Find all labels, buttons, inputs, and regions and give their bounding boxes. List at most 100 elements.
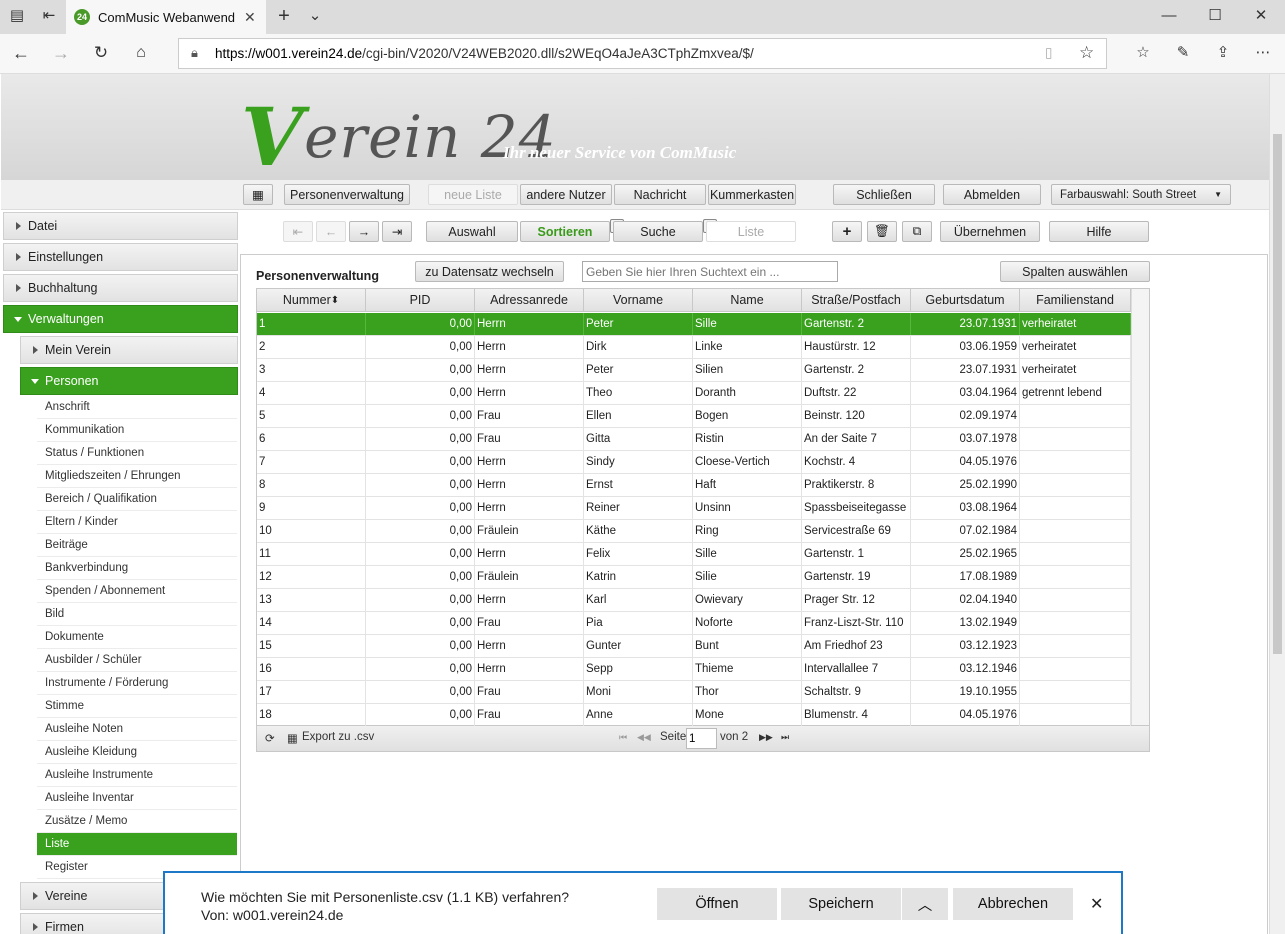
close-download-icon[interactable]: ✕ [1090, 894, 1103, 914]
sidebar-leaf-item[interactable]: Liste [37, 833, 237, 856]
column-header[interactable]: Name [693, 289, 802, 312]
export-csv-link[interactable]: Export zu .csv [302, 731, 374, 743]
uebernehmen-button[interactable]: Übernehmen [940, 221, 1040, 242]
maximize-icon[interactable]: ☐ [1204, 6, 1226, 28]
abmelden-button[interactable]: Abmelden [943, 184, 1041, 205]
pen-icon[interactable]: ✎ [1172, 43, 1194, 65]
refresh-icon[interactable]: ⟳ [265, 731, 275, 745]
page-number-input[interactable] [686, 728, 717, 749]
sidebar-leaf-item[interactable]: Anschrift [37, 396, 237, 419]
refresh-icon[interactable]: ↻ [90, 43, 112, 65]
next-record-icon[interactable]: → [349, 221, 379, 242]
sidebar-leaf-item[interactable]: Instrumente / Förderung [37, 672, 237, 695]
url-field[interactable]: 🔒︎ https://w001.verein24.de/cgi-bin/V202… [178, 38, 1107, 69]
last-page-icon[interactable]: ⏭ [781, 732, 789, 743]
sidebar-item-personen[interactable]: Personen [20, 367, 238, 395]
scrollbar-thumb[interactable] [1273, 134, 1282, 654]
sidebar-leaf-item[interactable]: Kommunikation [37, 419, 237, 442]
andere-nutzer-button[interactable]: andere Nutzer [520, 184, 612, 205]
sidebar-item-einstellungen[interactable]: Einstellungen [3, 243, 238, 271]
add-record-icon[interactable]: + [832, 221, 862, 242]
farbauswahl-select[interactable]: Farbauswahl: South Street ▼ [1051, 184, 1231, 205]
sidebar-leaf-item[interactable]: Spenden / Abonnement [37, 580, 237, 603]
prev-page-icon[interactable]: ◀◀ [637, 732, 651, 743]
table-row[interactable]: 15 0,00 Herrn Gunter Bunt Am Friedhof 23 03.12… [257, 635, 1131, 658]
suche-button[interactable]: Suche [613, 221, 703, 242]
sidebar-leaf-item[interactable]: Stimme [37, 695, 237, 718]
table-row[interactable]: 14 0,00 Frau Pia Noforte Franz-Liszt-Str. 110… [257, 612, 1131, 635]
personenverwaltung-button[interactable]: Personenverwaltung [284, 184, 410, 205]
table-row[interactable]: 5 0,00 Frau Ellen Bogen Beinstr. 120 02.09.197… [257, 405, 1131, 428]
column-header[interactable]: Geburtsdatum [911, 289, 1020, 312]
table-row[interactable]: 6 0,00 Frau Gitta Ristin An der Saite 7 03.07.… [257, 428, 1131, 451]
sidebar-leaf-item[interactable]: Bankverbindung [37, 557, 237, 580]
table-row[interactable]: 16 0,00 Herrn Sepp Thieme Intervallallee 7 03.… [257, 658, 1131, 681]
switch-record-button[interactable]: zu Datensatz wechseln [415, 261, 564, 282]
table-row[interactable]: 1 0,00 Herrn Peter Sille Gartenstr. 2 23.07.19… [257, 313, 1131, 336]
delete-trash-icon[interactable]: 🗑︎ [867, 221, 897, 242]
column-header[interactable]: Nummer ⬍ [257, 289, 366, 312]
table-row[interactable]: 7 0,00 Herrn Sindy Cloese-Vertich Kochstr. 40… [257, 451, 1131, 474]
sidebar-leaf-item[interactable]: Ausbilder / Schüler [37, 649, 237, 672]
column-header[interactable]: PID [366, 289, 475, 312]
sidebar-leaf-item[interactable]: Zusätze / Memo [37, 810, 237, 833]
cancel-button[interactable]: Abbrechen [953, 888, 1073, 920]
sortieren-button[interactable]: Sortieren [520, 221, 610, 242]
back-icon[interactable]: ← [10, 43, 32, 65]
hilfe-button[interactable]: Hilfe [1049, 221, 1149, 242]
tab-actions-icon[interactable]: ▤ [6, 6, 28, 28]
sidebar-leaf-item[interactable]: Mitgliedszeiten / Ehrungen [37, 465, 237, 488]
sidebar-leaf-item[interactable]: Eltern / Kinder [37, 511, 237, 534]
kummerkasten-button[interactable]: Kummerkasten [708, 184, 796, 205]
table-row[interactable]: 4 0,00 Herrn Theo Doranth Duftstr. 22 03.04.19… [257, 382, 1131, 405]
sidebar-leaf-item[interactable]: Beiträge [37, 534, 237, 557]
table-row[interactable]: 12 0,00 Fräulein Katrin Silie Gartenstr. 19 17… [257, 566, 1131, 589]
sidebar-item-buchhaltung[interactable]: Buchhaltung [3, 274, 238, 302]
new-tab-icon[interactable]: + [273, 6, 295, 28]
liste-button[interactable]: Liste [706, 221, 796, 242]
last-record-icon[interactable]: ⇥ [382, 221, 412, 242]
table-row[interactable]: 10 0,00 Fräulein Käthe Ring Servicestraße 69 0… [257, 520, 1131, 543]
more-icon[interactable]: ⋯ [1252, 43, 1274, 65]
page-scrollbar[interactable] [1269, 74, 1285, 934]
sidebar-item-mein-verein[interactable]: Mein Verein [20, 336, 238, 364]
table-row[interactable]: 17 0,00 Frau Moni Thor Schaltstr. 9 19.10.1955 [257, 681, 1131, 704]
table-row[interactable]: 3 0,00 Herrn Peter Silien Gartenstr. 2 23.07.1… [257, 359, 1131, 382]
next-page-icon[interactable]: ▶▶ [759, 732, 773, 743]
table-row[interactable]: 11 0,00 Herrn Felix Sille Gartenstr. 1 25.02.1… [257, 543, 1131, 566]
close-window-icon[interactable]: ✕ [1250, 6, 1272, 28]
forward-icon[interactable]: → [50, 43, 72, 65]
sidebar-item-verwaltungen[interactable]: Verwaltungen [3, 305, 238, 333]
browser-tab[interactable]: 24 ComMusic Webanwend ✕ [66, 0, 266, 34]
grid-menu-icon[interactable]: ▦ [243, 184, 273, 205]
minimize-icon[interactable]: — [1158, 6, 1180, 28]
open-button[interactable]: Öffnen [657, 888, 777, 920]
table-row[interactable]: 9 0,00 Herrn Reiner Unsinn Spassbeiseitegasse… [257, 497, 1131, 520]
sidebar-leaf-item[interactable]: Ausleihe Kleidung [37, 741, 237, 764]
first-record-icon[interactable]: ⇤ [283, 221, 313, 242]
column-header[interactable]: Familienstand [1020, 289, 1131, 312]
search-input[interactable] [582, 261, 838, 282]
save-button[interactable]: Speichern [781, 888, 901, 920]
sidebar-leaf-item[interactable]: Status / Funktionen [37, 442, 237, 465]
sidebar-leaf-item[interactable]: Ausleihe Noten [37, 718, 237, 741]
column-header[interactable]: Adressanrede [475, 289, 584, 312]
table-row[interactable]: 13 0,00 Herrn Karl Owievary Prager Str. 12 02.… [257, 589, 1131, 612]
sidebar-leaf-item[interactable]: Ausleihe Inventar [37, 787, 237, 810]
close-tab-icon[interactable]: ✕ [244, 9, 256, 26]
table-row[interactable]: 2 0,00 Herrn Dirk Linke Haustürstr. 12 03.06.1… [257, 336, 1131, 359]
column-header[interactable]: Vorname [584, 289, 693, 312]
reading-view-icon[interactable]: ▯ [1045, 45, 1052, 61]
export-icon[interactable]: ▦ [287, 731, 298, 745]
table-scrollbar[interactable] [1131, 289, 1149, 725]
copy-record-icon[interactable]: ⧉ [902, 221, 932, 242]
first-page-icon[interactable]: ⏮ [619, 732, 627, 743]
share-icon[interactable]: ⇪ [1212, 43, 1234, 65]
sidebar-leaf-item[interactable]: Dokumente [37, 626, 237, 649]
columns-select-button[interactable]: Spalten auswählen [1000, 261, 1150, 282]
sidebar-leaf-item[interactable]: Bereich / Qualifikation [37, 488, 237, 511]
favorites-list-icon[interactable]: ☆ [1132, 43, 1154, 65]
table-row[interactable]: 18 0,00 Frau Anne Mone Blumenstr. 4 04.05.1976 [257, 704, 1131, 727]
sidebar-leaf-item[interactable]: Ausleihe Instrumente [37, 764, 237, 787]
table-row[interactable]: 8 0,00 Herrn Ernst Haft Praktikerstr. 8 25.02.… [257, 474, 1131, 497]
